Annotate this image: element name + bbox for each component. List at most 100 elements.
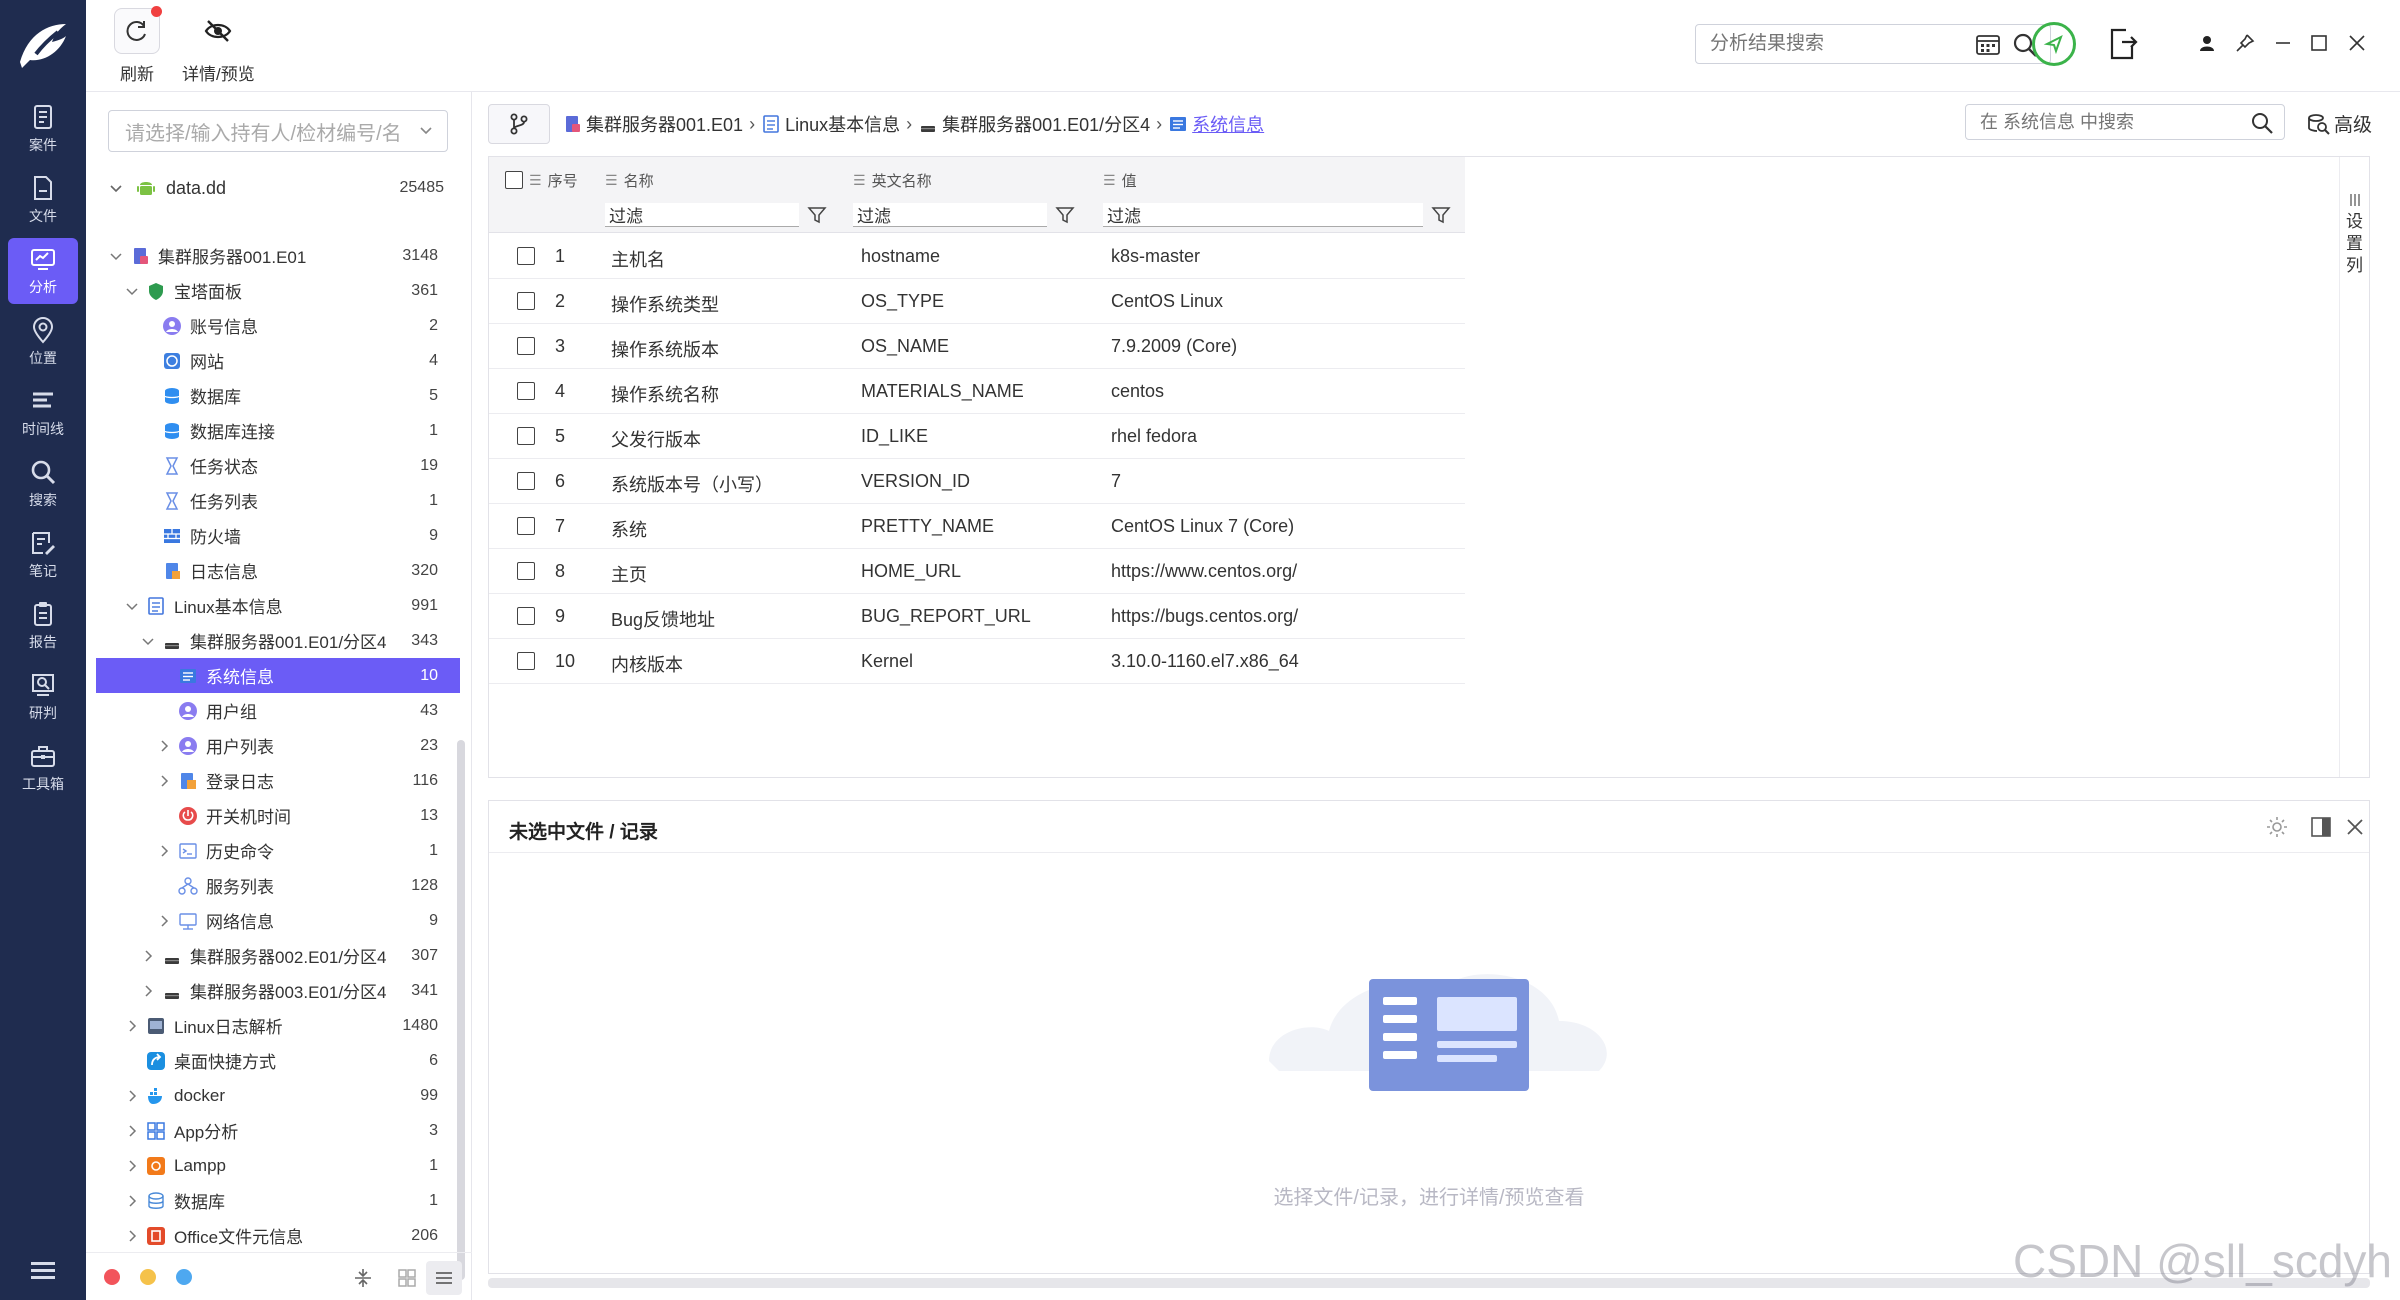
- chevron-right-icon[interactable]: [157, 914, 171, 928]
- column-header-en-name[interactable]: ☰ 英文名称: [853, 167, 932, 193]
- tree-item[interactable]: 用户组 43: [96, 693, 460, 728]
- tree-item[interactable]: 账号信息 2: [96, 308, 460, 343]
- tree-item[interactable]: 服务列表 128: [96, 868, 460, 903]
- chevron-right-icon[interactable]: [125, 1124, 139, 1138]
- close-panel-icon[interactable]: [2343, 815, 2367, 839]
- tree-item[interactable]: 用户列表 23: [96, 728, 460, 763]
- pin-icon[interactable]: [2232, 30, 2258, 56]
- chevron-down-icon[interactable]: [141, 634, 155, 648]
- tree-item[interactable]: Office文件元信息 206: [96, 1218, 460, 1253]
- tree-item[interactable]: Linux基本信息 991: [96, 588, 460, 623]
- breadcrumb-item[interactable]: Linux基本信息: [761, 111, 900, 137]
- tree-root-item[interactable]: data.dd 25485: [108, 172, 448, 204]
- export-icon[interactable]: [2108, 28, 2138, 60]
- chevron-down-icon[interactable]: [125, 284, 139, 298]
- tree-item[interactable]: 桌面快捷方式 6: [96, 1043, 460, 1078]
- row-checkbox[interactable]: [517, 427, 535, 445]
- row-checkbox[interactable]: [517, 382, 535, 400]
- tree-caret[interactable]: [124, 1088, 140, 1104]
- table-row[interactable]: 9 Bug反馈地址 BUG_REPORT_URL https://bugs.cento…: [489, 594, 1465, 639]
- chevron-right-icon[interactable]: [125, 1194, 139, 1208]
- cell-value[interactable]: centos: [1111, 381, 1164, 402]
- row-checkbox[interactable]: [517, 337, 535, 355]
- table-row[interactable]: 4 操作系统名称 MATERIALS_NAME centos: [489, 369, 1465, 414]
- tree-caret[interactable]: [124, 598, 140, 614]
- chevron-right-icon[interactable]: [125, 1229, 139, 1243]
- split-view-icon[interactable]: [2309, 815, 2333, 839]
- filter-icon[interactable]: [1055, 205, 1075, 225]
- rail-item-note[interactable]: 笔记: [8, 522, 78, 588]
- rail-item-file[interactable]: 文件: [8, 167, 78, 233]
- close-window-button[interactable]: [2344, 30, 2370, 56]
- row-checkbox[interactable]: [517, 562, 535, 580]
- tree-item[interactable]: App分析 3: [96, 1113, 460, 1148]
- grid-view-icon[interactable]: [396, 1267, 418, 1289]
- result-search-input[interactable]: [1710, 33, 1990, 55]
- rail-item-timeline[interactable]: 时间线: [8, 380, 78, 446]
- breadcrumb-item[interactable]: 集群服务器001.E01/分区4: [918, 111, 1150, 137]
- cell-value[interactable]: 7.9.2009 (Core): [1111, 336, 1237, 357]
- row-checkbox[interactable]: [517, 472, 535, 490]
- chevron-right-icon[interactable]: [157, 844, 171, 858]
- user-icon[interactable]: [2194, 30, 2220, 56]
- row-checkbox[interactable]: [517, 652, 535, 670]
- tree-item[interactable]: 网络信息 9: [96, 903, 460, 938]
- tree-caret[interactable]: [140, 633, 156, 649]
- cell-value[interactable]: https://www.centos.org/: [1111, 561, 1297, 582]
- evidence-selector[interactable]: 请选择/输入持有人/检材编号/名: [108, 110, 448, 152]
- tree-caret[interactable]: [124, 1193, 140, 1209]
- tree-item[interactable]: Lampp 1: [96, 1148, 460, 1183]
- row-checkbox[interactable]: [517, 247, 535, 265]
- column-header-name[interactable]: ☰ 名称: [605, 167, 654, 193]
- tree-item[interactable]: 日志信息 320: [96, 553, 460, 588]
- settings-gear-icon[interactable]: [2265, 815, 2289, 839]
- table-row[interactable]: 5 父发行版本 ID_LIKE rhel fedora: [489, 414, 1465, 459]
- tree-scrollbar[interactable]: [457, 740, 465, 1280]
- tree-item[interactable]: 集群服务器001.E01 3148: [96, 238, 460, 273]
- cell-value[interactable]: CentOS Linux 7 (Core): [1111, 516, 1294, 537]
- minimize-button[interactable]: [2270, 30, 2296, 56]
- tree-caret[interactable]: [108, 248, 124, 264]
- rail-item-location[interactable]: 位置: [8, 309, 78, 375]
- breadcrumb-item[interactable]: 系统信息: [1168, 111, 1264, 137]
- cell-value[interactable]: https://bugs.centos.org/: [1111, 606, 1298, 627]
- rail-item-report[interactable]: 报告: [8, 593, 78, 659]
- tree-item[interactable]: 历史命令 1: [96, 833, 460, 868]
- chevron-right-icon[interactable]: [141, 949, 155, 963]
- filter-value[interactable]: 过滤: [1103, 203, 1451, 227]
- table-row[interactable]: 7 系统 PRETTY_NAME CentOS Linux 7 (Core): [489, 504, 1465, 549]
- chevron-right-icon[interactable]: [125, 1159, 139, 1173]
- tree-caret[interactable]: [124, 1228, 140, 1244]
- cell-value[interactable]: 7: [1111, 471, 1121, 492]
- tree-item[interactable]: 网站 4: [96, 343, 460, 378]
- tree-item[interactable]: docker 99: [96, 1078, 460, 1113]
- tree-item[interactable]: 防火墙 9: [96, 518, 460, 553]
- table-row[interactable]: 8 主页 HOME_URL https://www.centos.org/: [489, 549, 1465, 594]
- cell-value[interactable]: k8s-master: [1111, 246, 1200, 267]
- column-header-value[interactable]: ☰ 值: [1103, 167, 1137, 193]
- tree-caret[interactable]: [156, 773, 172, 789]
- cell-value[interactable]: rhel fedora: [1111, 426, 1197, 447]
- table-row[interactable]: 1 主机名 hostname k8s-master: [489, 234, 1465, 279]
- column-header-no[interactable]: ☰ 序号: [529, 167, 578, 193]
- tree-caret[interactable]: [124, 1123, 140, 1139]
- tree-caret[interactable]: [124, 1158, 140, 1174]
- breadcrumb-item[interactable]: 集群服务器001.E01: [562, 111, 743, 137]
- filter-en-name[interactable]: 过滤: [853, 203, 1075, 227]
- maximize-button[interactable]: [2306, 30, 2332, 56]
- filter-icon[interactable]: [1431, 205, 1451, 225]
- tree-item[interactable]: Linux日志解析 1480: [96, 1008, 460, 1043]
- filter-name[interactable]: 过滤: [605, 203, 827, 227]
- tree-item[interactable]: 系统信息 10: [96, 658, 460, 693]
- rail-item-case[interactable]: 案件: [8, 96, 78, 162]
- tree-item[interactable]: 数据库 5: [96, 378, 460, 413]
- calendar-icon[interactable]: [1976, 33, 2000, 55]
- preview-toggle-button[interactable]: 详情/预览: [182, 8, 255, 85]
- refresh-button[interactable]: 刷新: [114, 6, 162, 85]
- status-indicator[interactable]: [2032, 22, 2076, 66]
- rail-item-analysis[interactable]: 分析: [8, 238, 78, 304]
- chevron-right-icon[interactable]: [157, 774, 171, 788]
- tree-caret[interactable]: [156, 843, 172, 859]
- tree-item[interactable]: 任务状态 19: [96, 448, 460, 483]
- branch-button[interactable]: [488, 104, 550, 144]
